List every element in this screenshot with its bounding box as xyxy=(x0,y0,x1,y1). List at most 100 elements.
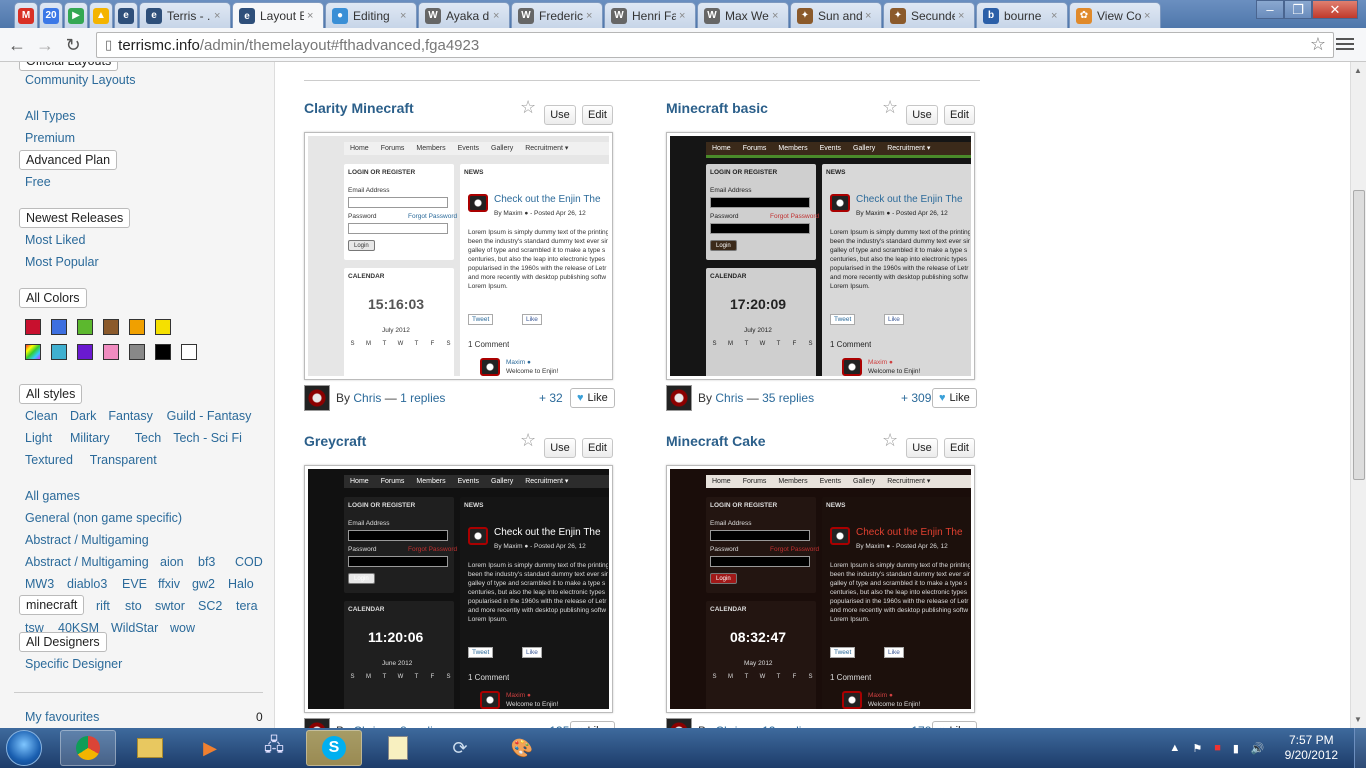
color-swatch[interactable] xyxy=(129,344,145,360)
sort-most-liked[interactable]: Most Liked xyxy=(25,233,85,247)
sort-most-popular[interactable]: Most Popular xyxy=(25,255,99,269)
close-tab-icon[interactable]: × xyxy=(400,10,410,22)
edit-layout-button[interactable]: Edit xyxy=(944,438,975,458)
use-layout-button[interactable]: Use xyxy=(906,105,938,125)
color-swatch[interactable] xyxy=(155,319,171,335)
minimize-button[interactable]: – xyxy=(1256,0,1284,19)
close-tab-icon[interactable]: × xyxy=(1051,10,1061,22)
filter-free[interactable]: Free xyxy=(25,175,51,189)
filter-all-types[interactable]: All Types xyxy=(25,109,76,123)
layout-title[interactable]: Minecraft basic xyxy=(666,100,768,116)
favorite-star-icon[interactable]: ☆ xyxy=(520,430,536,451)
filter-all-colors[interactable]: All Colors xyxy=(19,288,87,308)
style-textured[interactable]: Textured xyxy=(25,453,73,467)
filter-premium[interactable]: Premium xyxy=(25,131,75,145)
paint-taskbar-icon[interactable]: 🎨 xyxy=(494,730,550,766)
close-tab-icon[interactable]: × xyxy=(865,10,875,22)
close-tab-icon[interactable]: × xyxy=(1144,10,1154,22)
style-guild-fantasy[interactable]: Guild - Fantasy xyxy=(167,409,252,423)
color-swatch[interactable] xyxy=(77,344,93,360)
filter-all-designers[interactable]: All Designers xyxy=(19,632,107,652)
use-layout-button[interactable]: Use xyxy=(906,438,938,458)
game-filter[interactable]: bf3 xyxy=(198,555,215,569)
color-swatch[interactable] xyxy=(129,319,145,335)
style-transparent[interactable]: Transparent xyxy=(90,453,157,467)
browser-tab[interactable]: b bourne × xyxy=(976,2,1068,28)
style-military[interactable]: Military xyxy=(70,431,110,445)
layout-preview-thumbnail[interactable]: Home Forums Members Events Gallery Recruitmen… xyxy=(666,465,975,713)
close-tab-icon[interactable]: × xyxy=(493,10,503,22)
tray-expand-icon[interactable]: ▲ xyxy=(1169,742,1180,754)
color-swatch[interactable] xyxy=(77,319,93,335)
layout-preview-thumbnail[interactable]: Home Forums Members Events Gallery Recruitmen… xyxy=(304,465,613,713)
close-window-button[interactable]: ✕ xyxy=(1312,0,1358,19)
close-tab-icon[interactable]: × xyxy=(307,10,317,22)
browser-tab[interactable]: e Layout E...× xyxy=(232,2,324,29)
volume-icon[interactable]: 🔊 xyxy=(1251,742,1265,755)
security-icon[interactable]: ■ xyxy=(1214,742,1221,754)
use-layout-button[interactable]: Use xyxy=(544,438,576,458)
browser-tab[interactable]: W Henri Fa...× xyxy=(604,2,696,28)
filter-specific-designer[interactable]: Specific Designer xyxy=(25,657,122,671)
close-tab-icon[interactable]: × xyxy=(958,10,968,22)
color-swatch[interactable] xyxy=(25,319,41,335)
game-filter[interactable]: WildStar xyxy=(111,621,158,635)
replies-link[interactable]: 35 replies xyxy=(762,391,814,405)
like-button[interactable]: ♥Like xyxy=(932,721,977,728)
style-tech[interactable]: Tech xyxy=(135,431,161,445)
browser-tab[interactable]: ▲ xyxy=(89,2,113,28)
back-icon[interactable]: ← xyxy=(6,34,28,56)
close-tab-icon[interactable]: × xyxy=(679,10,689,22)
reload-icon[interactable]: ↻ xyxy=(62,34,84,56)
use-layout-button[interactable]: Use xyxy=(544,105,576,125)
taskbar-clock[interactable]: 7:57 PM 9/20/2012 xyxy=(1285,733,1338,763)
author-avatar[interactable] xyxy=(666,718,692,728)
game-filter[interactable]: EVE xyxy=(122,577,147,591)
color-swatch[interactable] xyxy=(51,319,67,335)
replies-link[interactable]: 1 replies xyxy=(400,391,445,405)
style-light[interactable]: Light xyxy=(25,431,52,445)
game-filter[interactable]: aion xyxy=(160,555,184,569)
flag-icon[interactable]: ⚑ xyxy=(1192,742,1202,755)
my-favourites-link[interactable]: My favourites xyxy=(25,710,99,724)
start-button[interactable] xyxy=(6,730,42,766)
game-filter[interactable]: MW3 xyxy=(25,577,54,591)
game-filter[interactable]: General (non game specific) xyxy=(25,511,182,525)
edit-layout-button[interactable]: Edit xyxy=(944,105,975,125)
color-swatch[interactable] xyxy=(103,319,119,335)
layout-title[interactable]: Minecraft Cake xyxy=(666,433,766,449)
game-filter[interactable]: swtor xyxy=(155,599,185,613)
close-tab-icon[interactable]: × xyxy=(586,10,596,22)
filter-official-layouts[interactable]: Official Layouts xyxy=(19,62,119,71)
edit-layout-button[interactable]: Edit xyxy=(582,105,613,125)
favorite-star-icon[interactable]: ☆ xyxy=(520,97,536,118)
skype-taskbar-icon[interactable]: S xyxy=(306,730,362,766)
style-dark[interactable]: Dark xyxy=(70,409,96,423)
bookmark-star-icon[interactable]: ☆ xyxy=(1310,34,1326,55)
style-tech-sci-fi[interactable]: Tech - Sci Fi xyxy=(173,431,242,445)
sync-taskbar-icon[interactable]: ⟳ xyxy=(432,730,488,766)
browser-tab[interactable]: ▶ xyxy=(64,2,88,28)
network-signal-icon[interactable]: ▮ xyxy=(1233,742,1239,755)
browser-tab[interactable]: 20 xyxy=(39,2,63,28)
sort-newest-releases[interactable]: Newest Releases xyxy=(19,208,131,228)
favorite-star-icon[interactable]: ☆ xyxy=(882,97,898,118)
author-link[interactable]: Chris xyxy=(353,391,381,405)
favorite-star-icon[interactable]: ☆ xyxy=(882,430,898,451)
game-filter[interactable]: rift xyxy=(96,599,110,613)
address-bar[interactable]: ▯ terrismc.info/admin/themelayout#fthadv… xyxy=(96,32,1334,58)
notepad-taskbar-icon[interactable] xyxy=(370,730,426,766)
game-filter[interactable]: Abstract / Multigaming xyxy=(25,555,149,569)
color-swatch[interactable] xyxy=(155,344,171,360)
author-avatar[interactable] xyxy=(304,385,330,411)
media-player-taskbar-icon[interactable]: ▶ xyxy=(182,730,238,766)
game-filter[interactable]: wow xyxy=(170,621,195,635)
game-filter[interactable]: Abstract / Multigaming xyxy=(25,533,149,547)
explorer-taskbar-icon[interactable] xyxy=(122,730,178,766)
browser-tab[interactable]: W Ayaka d...× xyxy=(418,2,510,28)
layout-preview-thumbnail[interactable]: Home Forums Members Events Gallery Recruitmen… xyxy=(666,132,975,380)
author-avatar[interactable] xyxy=(304,718,330,728)
game-filter[interactable]: SC2 xyxy=(198,599,222,613)
vertical-scrollbar[interactable]: ▲ ▼ xyxy=(1350,62,1366,728)
scroll-up-icon[interactable]: ▲ xyxy=(1354,66,1362,75)
